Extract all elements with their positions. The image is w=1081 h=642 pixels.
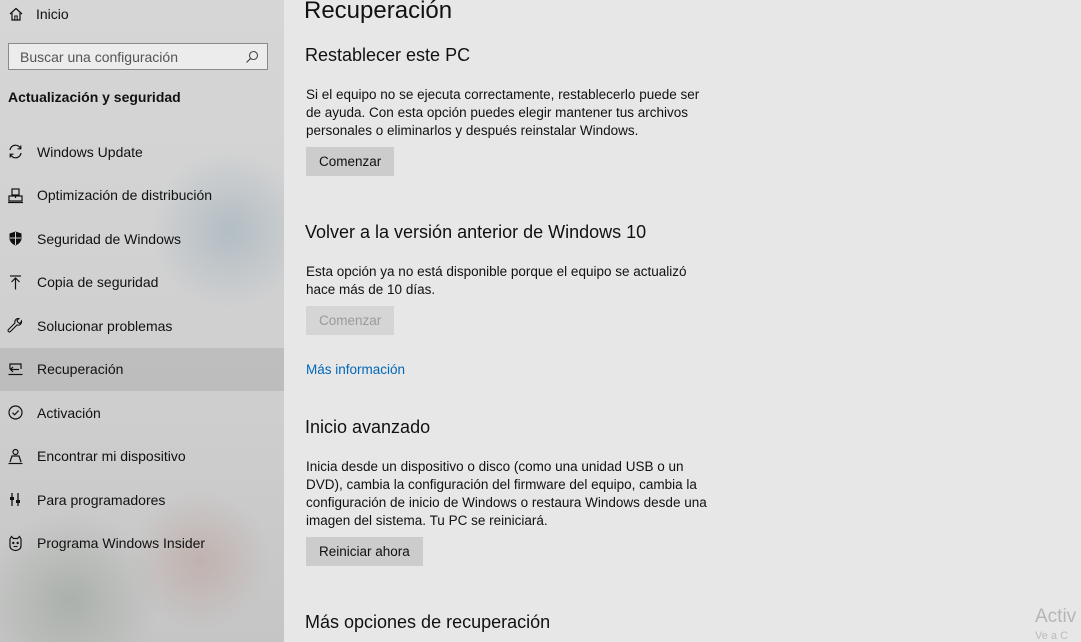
wrench-icon: [7, 318, 23, 333]
sidebar-item-label: Programa Windows Insider: [37, 535, 206, 552]
sidebar-item-label: Recuperación: [37, 361, 124, 378]
go-back-description: Esta opción ya no está disponible porque…: [306, 264, 687, 297]
main-content: Recuperación Restablecer este PC Si el e…: [284, 0, 1081, 642]
search-field[interactable]: [8, 43, 268, 70]
advanced-startup-heading: Inicio avanzado: [305, 417, 431, 437]
sidebar-item-windows-insider[interactable]: Programa Windows Insider: [0, 522, 284, 566]
more-recovery-options-heading: Más opciones de recuperación: [305, 612, 551, 632]
sidebar-item-activation[interactable]: Activación: [0, 391, 284, 435]
section-title: Actualización y seguridad: [8, 89, 181, 105]
restart-now-button[interactable]: Reiniciar ahora: [306, 537, 423, 566]
sidebar-item-windows-security[interactable]: Seguridad de Windows: [0, 217, 284, 261]
activation-watermark: Activ: [1035, 606, 1077, 627]
insider-icon: [9, 535, 22, 551]
sidebar-item-label: Seguridad de Windows: [37, 230, 181, 247]
sidebar-item-troubleshoot[interactable]: Solucionar problemas: [0, 304, 284, 348]
refresh-icon: [9, 144, 22, 159]
sidebar-item-label: Solucionar problemas: [37, 317, 173, 334]
developer-icon: [10, 493, 20, 507]
advanced-startup-description: Inicia desde un dispositivo o disco (com…: [306, 459, 707, 528]
search-input[interactable]: [20, 48, 245, 65]
backup-icon: [10, 275, 21, 290]
reset-description: Si el equipo no se ejecuta correctamente…: [306, 87, 700, 138]
check-circle-icon: [8, 405, 23, 420]
reset-start-button[interactable]: Comenzar: [306, 147, 395, 176]
sidebar-item-backup[interactable]: Copia de seguridad: [0, 261, 284, 305]
sidebar-item-windows-update[interactable]: Windows Update: [0, 130, 284, 174]
sidebar-item-label: Para programadores: [37, 491, 166, 508]
home-link[interactable]: Inicio: [8, 4, 69, 24]
delivery-icon: [8, 188, 23, 203]
sidebar-item-label: Windows Update: [37, 143, 143, 160]
sidebar-item-label: Copia de seguridad: [37, 274, 159, 291]
sidebar-item-label: Encontrar mi dispositivo: [37, 448, 186, 465]
person-locate-icon: [8, 448, 23, 464]
activation-watermark-sub: Ve a C: [1035, 630, 1069, 642]
reset-heading: Restablecer este PC: [305, 45, 471, 65]
sidebar-item-developers[interactable]: Para programadores: [0, 478, 284, 522]
sidebar-item-find-my-device[interactable]: Encontrar mi dispositivo: [0, 435, 284, 479]
page-title: Recuperación: [304, 0, 453, 24]
go-back-heading: Volver a la versión anterior de Windows …: [305, 222, 647, 242]
shield-icon: [9, 231, 22, 246]
recovery-icon: [8, 363, 23, 375]
sidebar-item-label: Optimización de distribución: [37, 187, 213, 204]
sidebar: Inicio Actualización y seguridad Windows…: [0, 0, 284, 642]
sidebar-item-label: Activación: [37, 404, 101, 421]
sidebar-nav: Windows Update Optimización de distribuc…: [0, 130, 284, 565]
home-icon: [9, 7, 23, 21]
more-info-link[interactable]: Más información: [306, 362, 405, 377]
go-back-start-button[interactable]: Comenzar: [306, 306, 395, 335]
sidebar-item-delivery-optimization[interactable]: Optimización de distribución: [0, 174, 284, 218]
search-icon[interactable]: [245, 50, 259, 64]
home-label: Inicio: [36, 6, 69, 22]
sidebar-item-recovery[interactable]: Recuperación: [0, 347, 284, 391]
